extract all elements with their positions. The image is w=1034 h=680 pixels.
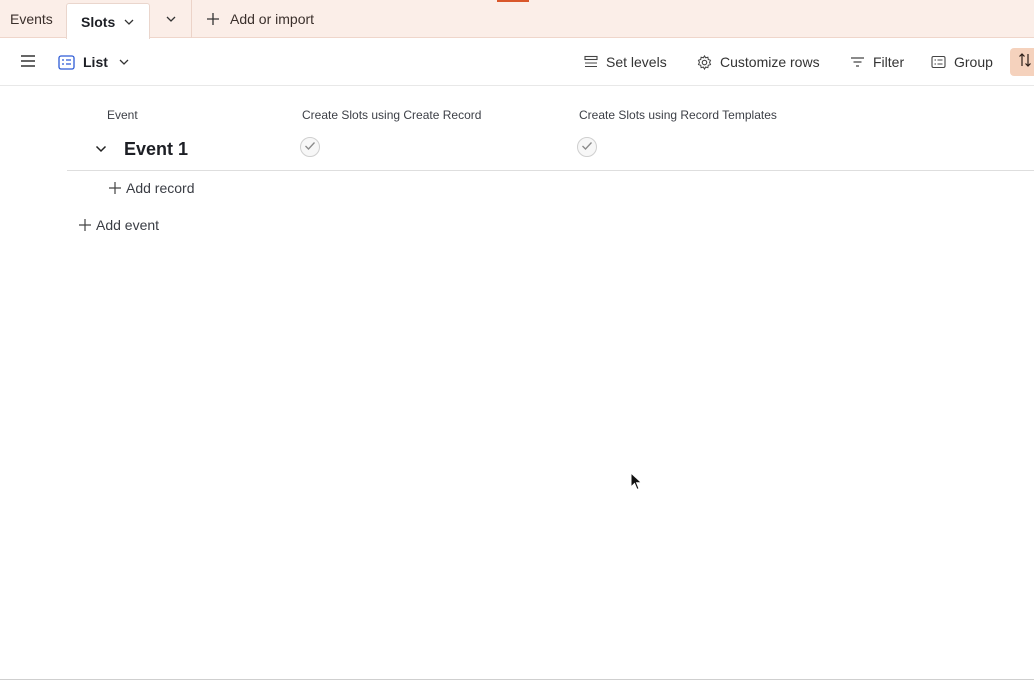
set-levels-label: Set levels	[606, 54, 667, 70]
tab-bar-accent	[497, 0, 529, 2]
add-record-label: Add record	[126, 180, 195, 196]
add-event-button[interactable]: Add event	[78, 217, 159, 233]
chevron-down-icon	[165, 13, 177, 25]
chevron-down-icon	[118, 56, 130, 68]
checkbox-record-templates[interactable]	[577, 137, 597, 157]
chevron-down-icon[interactable]	[123, 16, 135, 28]
sort-button[interactable]	[1010, 48, 1034, 76]
checkmark-icon	[581, 138, 593, 156]
view-toolbar: List Set levels Customize rows Filter Gr…	[0, 38, 1034, 86]
tab-events-label: Events	[10, 11, 53, 27]
chevron-down-icon[interactable]	[94, 142, 108, 156]
sort-icon	[1018, 52, 1032, 72]
column-header-event[interactable]: Event	[107, 108, 138, 122]
add-or-import-button[interactable]: Add or import	[206, 0, 314, 38]
add-event-label: Add event	[96, 217, 160, 233]
checkbox-create-record[interactable]	[300, 137, 320, 157]
group-icon	[931, 55, 946, 69]
add-or-import-label: Add or import	[230, 11, 315, 27]
set-levels-button[interactable]: Set levels	[584, 38, 667, 86]
group-label: Group	[954, 54, 993, 70]
group-button[interactable]: Group	[931, 38, 993, 86]
view-name: List	[83, 54, 108, 70]
more-tables-button[interactable]	[150, 0, 192, 38]
plus-icon	[78, 218, 92, 232]
view-switcher[interactable]: List	[58, 38, 130, 86]
gear-icon	[697, 54, 712, 70]
list-item[interactable]: Event 1	[67, 128, 1034, 171]
filter-icon	[850, 56, 865, 68]
customize-rows-label: Customize rows	[720, 54, 820, 70]
checkmark-icon	[304, 138, 316, 156]
tab-slots[interactable]: Slots	[66, 3, 150, 39]
column-header-record-templates[interactable]: Create Slots using Record Templates	[579, 108, 777, 122]
tab-slots-label: Slots	[81, 13, 116, 30]
plus-icon	[108, 181, 122, 195]
list-view-icon	[58, 54, 75, 70]
sidebar-toggle-button[interactable]	[20, 38, 36, 86]
hamburger-icon	[20, 54, 36, 71]
tab-bar: Events Slots Add or import	[0, 0, 1034, 39]
column-header-create-record[interactable]: Create Slots using Create Record	[302, 108, 481, 122]
mouse-cursor-icon	[630, 471, 644, 497]
customize-rows-button[interactable]: Customize rows	[697, 38, 820, 86]
record-title[interactable]: Event 1	[124, 139, 188, 160]
levels-icon	[584, 55, 598, 69]
filter-label: Filter	[873, 54, 905, 70]
filter-button[interactable]: Filter	[850, 38, 904, 86]
tab-events[interactable]: Events	[0, 0, 66, 38]
add-record-button[interactable]: Add record	[108, 180, 194, 196]
plus-icon	[206, 12, 220, 26]
